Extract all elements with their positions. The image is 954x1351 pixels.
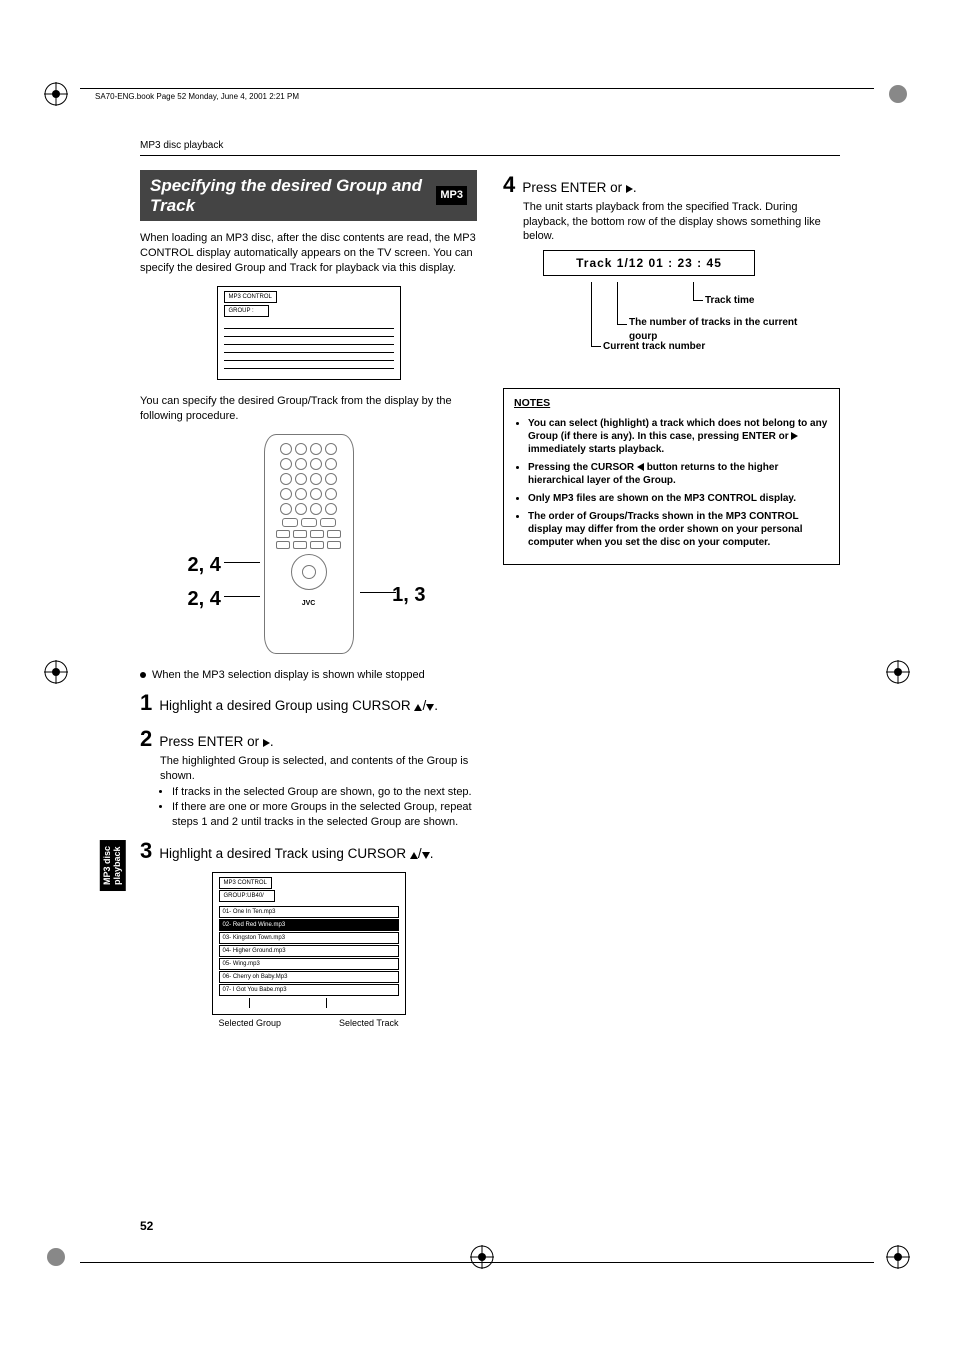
step-text: Highlight a desired Track using CURSOR /… [159, 846, 433, 861]
display-label-tracktime: Track time [705, 294, 754, 308]
remote-control-icon: JVC [264, 434, 354, 654]
mp3-badge: MP3 [436, 186, 467, 205]
section-title-box: Specifying the desired Group and Track M… [140, 170, 477, 221]
step-3: 3 Highlight a desired Track using CURSOR… [140, 836, 477, 866]
remote-illustration: 2, 4 2, 4 1, 3 [234, 434, 384, 654]
step-4: 4 Press ENTER or . The unit starts playb… [503, 170, 840, 244]
regmark-icon [44, 82, 68, 106]
page-number: 52 [140, 1219, 153, 1233]
regmark-icon [44, 660, 68, 684]
step-number: 4 [503, 172, 515, 197]
top-rule [80, 88, 874, 89]
side-tab-line2: playback [112, 846, 122, 885]
page: SA70-ENG.book Page 52 Monday, June 4, 20… [0, 0, 954, 1351]
left-column: Specifying the desired Group and Track M… [140, 170, 477, 1040]
bullet-icon [140, 672, 146, 678]
display-label-current: Current track number [603, 340, 705, 354]
down-arrow-icon [422, 852, 430, 859]
step-2: 2 Press ENTER or . The highlighted Group… [140, 724, 477, 830]
precondition-bullet: When the MP3 selection display is shown … [140, 668, 477, 683]
step-number: 3 [140, 838, 152, 863]
side-tab-line1: MP3 disc [102, 846, 112, 885]
track-row: 06- Cherry oh Baby.Mp3 [219, 971, 399, 983]
track-row: 01- One In Ten.mp3 [219, 906, 399, 918]
mp3-control-display: MP3 CONTROL GROUP : [217, 286, 401, 380]
regmark-icon [886, 82, 910, 106]
bottom-rule [80, 1262, 874, 1263]
down-arrow-icon [426, 704, 434, 711]
track-row: 04- Higher Ground.mp3 [219, 945, 399, 957]
intro-paragraph-1: When loading an MP3 disc, after the disc… [140, 231, 477, 276]
track-row: 07- I Got You Babe.mp3 [219, 984, 399, 996]
step-sub-bullet: If there are one or more Groups in the s… [172, 800, 477, 830]
mp3ctrl-group: GROUP : [224, 305, 269, 317]
caption-selected-track: Selected Track [339, 1017, 399, 1029]
track-display: Track 1/12 01 : 23 : 45 [543, 250, 755, 276]
display-caption-labels: Selected Group Selected Track [219, 1017, 399, 1029]
step-1: 1 Highlight a desired Group using CURSOR… [140, 688, 477, 718]
header-filename: SA70-ENG.book Page 52 Monday, June 4, 20… [95, 92, 299, 101]
step-number: 2 [140, 726, 152, 751]
right-column: 4 Press ENTER or . The unit starts playb… [503, 170, 840, 1040]
regmark-icon [44, 1245, 68, 1269]
notes-heading: NOTES [514, 397, 829, 411]
precondition-text: When the MP3 selection display is shown … [152, 668, 425, 683]
step-text: Press ENTER or . [522, 180, 636, 195]
notes-box: NOTES You can select (highlight) a track… [503, 388, 840, 565]
callout-1-3: 1, 3 [392, 582, 425, 609]
callout-2-4b: 2, 4 [188, 586, 221, 613]
running-head: MP3 disc playback [140, 140, 840, 151]
track-row: 03- Kingston Town.mp3 [219, 932, 399, 944]
caption-selected-group: Selected Group [219, 1017, 282, 1029]
intro-paragraph-2: You can specify the desired Group/Track … [140, 394, 477, 424]
track-row: 05- Wing.mp3 [219, 958, 399, 970]
section-title: Specifying the desired Group and Track [150, 176, 436, 215]
step-number: 1 [140, 690, 152, 715]
head-rule [140, 155, 840, 156]
step-text: Press ENTER or . [159, 734, 273, 749]
mp3ctrl-label: MP3 CONTROL [224, 291, 277, 303]
step-text: Highlight a desired Group using CURSOR /… [159, 698, 438, 713]
up-arrow-icon [410, 852, 418, 859]
regmark-icon [886, 660, 910, 684]
regmark-icon [470, 1245, 494, 1269]
note-item: Only MP3 files are shown on the MP3 CONT… [528, 492, 829, 505]
side-tab: MP3 disc playback [100, 840, 126, 891]
remote-brand: JVC [302, 599, 316, 608]
play-arrow-icon [263, 739, 270, 747]
step-body: The unit starts playback from the specif… [523, 200, 840, 245]
callout-2-4a: 2, 4 [188, 552, 221, 579]
note-item: Pressing the CURSOR button returns to th… [528, 461, 829, 487]
track-row-selected: 02- Red Red Wine.mp3 [219, 919, 399, 931]
note-item: The order of Groups/Tracks shown in the … [528, 510, 829, 549]
mp3ctrl-selected-group: GROUP:UB40/ [219, 890, 275, 902]
mp3-control-display-tracks: MP3 CONTROL GROUP:UB40/ 01- One In Ten.m… [212, 872, 406, 1016]
content-area: MP3 disc playback Specifying the desired… [140, 140, 840, 1040]
mp3ctrl-label: MP3 CONTROL [219, 877, 272, 889]
display-label-trackcount: The number of tracks in the current gour… [629, 316, 799, 343]
step-body: The highlighted Group is selected, and c… [160, 754, 477, 784]
play-arrow-icon [791, 432, 798, 440]
regmark-icon [886, 1245, 910, 1269]
play-arrow-icon [626, 185, 633, 193]
note-item: You can select (highlight) a track which… [528, 417, 829, 456]
left-arrow-icon [637, 463, 644, 471]
step-sub-bullet: If tracks in the selected Group are show… [172, 785, 477, 800]
display-leader-lines: Track time The number of tracks in the c… [543, 282, 840, 372]
